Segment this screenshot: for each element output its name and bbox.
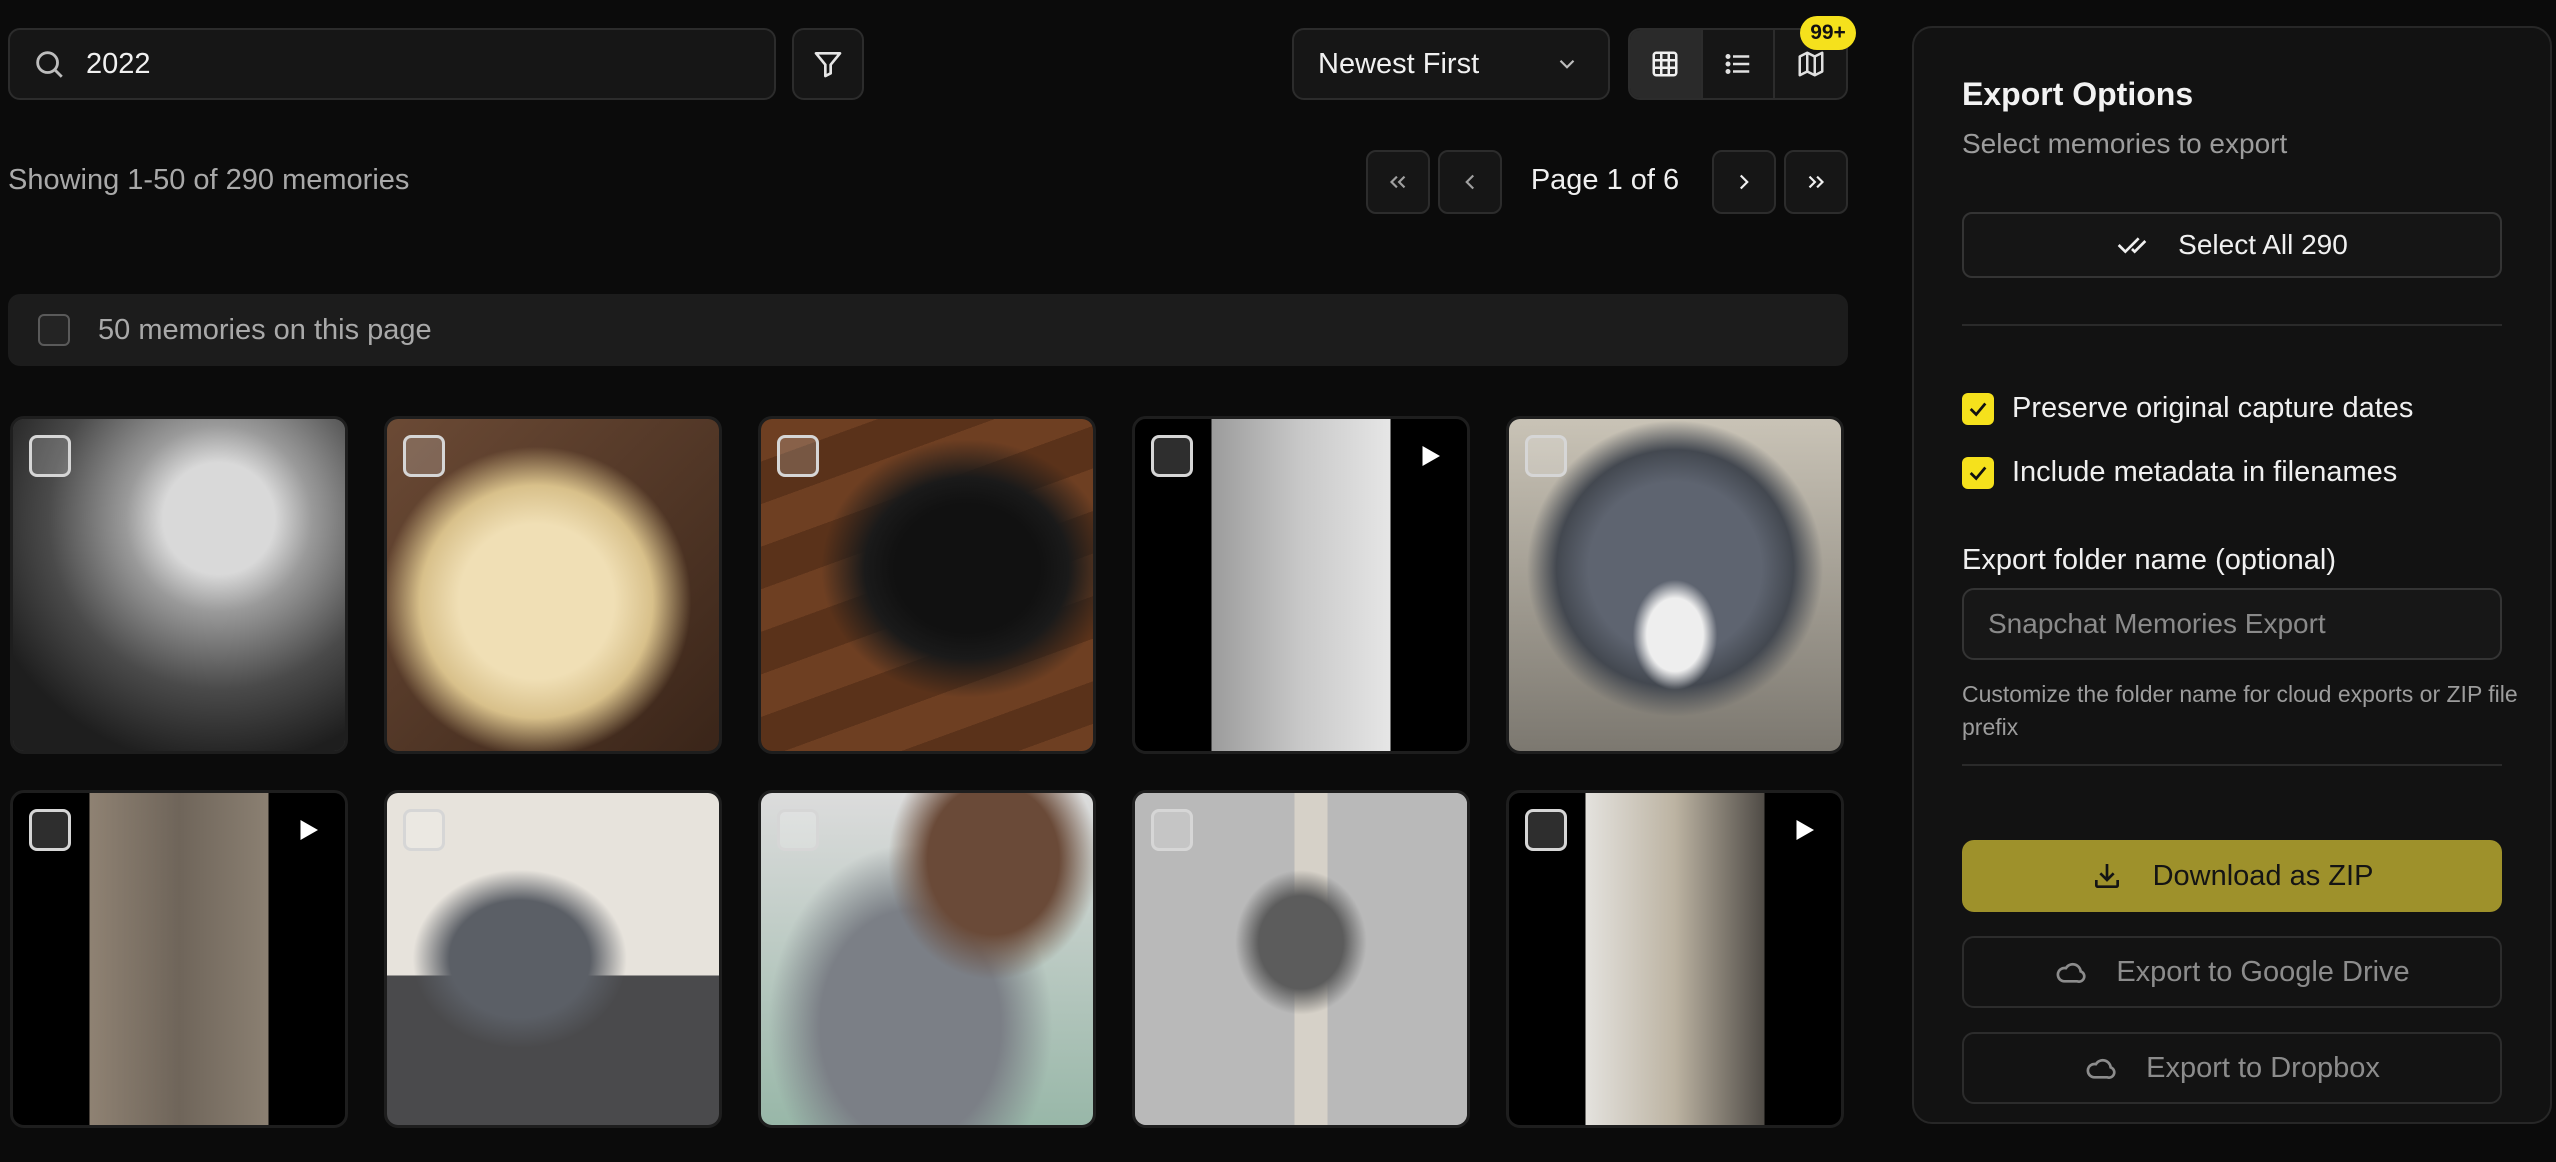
cloud-icon	[2086, 1058, 2116, 1079]
check-icon	[1969, 402, 1987, 417]
tile-checkbox[interactable]	[777, 435, 819, 477]
tile-checkbox[interactable]	[1525, 809, 1567, 851]
double-check-icon	[2117, 237, 2147, 254]
last-page-button[interactable]	[1784, 150, 1848, 214]
chevron-down-icon	[1559, 59, 1575, 69]
search-box[interactable]	[8, 28, 776, 100]
download-zip-button[interactable]: Download as ZIP	[1962, 840, 2502, 912]
tile-checkbox[interactable]	[1525, 435, 1567, 477]
next-page-button[interactable]	[1712, 150, 1776, 214]
select-page-checkbox[interactable]	[38, 314, 70, 346]
memory-tile[interactable]	[758, 416, 1096, 754]
first-page-button[interactable]	[1366, 150, 1430, 214]
memories-browser: Newest First 99+ Showing 1-50 of 290 mem…	[0, 0, 1860, 1162]
select-page-bar[interactable]: 50 memories on this page	[8, 294, 1848, 366]
filter-icon	[814, 52, 842, 78]
prev-page-button[interactable]	[1438, 150, 1502, 214]
memory-tile[interactable]	[1132, 790, 1470, 1128]
memory-tile[interactable]	[758, 790, 1096, 1128]
folder-name-hint: Customize the folder name for cloud expo…	[1962, 681, 2518, 740]
select-all-label: Select All 290	[2178, 229, 2348, 260]
chevrons-right-icon	[1808, 175, 1825, 189]
memory-tile[interactable]	[1506, 416, 1844, 754]
tile-checkbox[interactable]	[29, 809, 71, 851]
preserve-dates-label: Preserve original capture dates	[2012, 392, 2414, 424]
play-icon	[300, 820, 318, 840]
select-all-button[interactable]: Select All 290	[1962, 212, 2502, 278]
grid-view-button[interactable]	[1630, 30, 1701, 98]
tile-checkbox[interactable]	[403, 435, 445, 477]
metadata-filenames-label: Include metadata in filenames	[2012, 456, 2398, 488]
divider	[1962, 324, 2502, 326]
panel-subtitle: Select memories to export	[1962, 128, 2288, 159]
select-page-label: 50 memories on this page	[98, 313, 432, 346]
sort-dropdown[interactable]: Newest First	[1292, 28, 1610, 100]
folder-name-label: Export folder name (optional)	[1962, 544, 2336, 576]
tile-checkbox[interactable]	[777, 809, 819, 851]
dropbox-button[interactable]: Export to Dropbox	[1962, 1032, 2502, 1104]
chevron-right-icon	[1739, 174, 1749, 190]
memory-tile[interactable]	[1506, 790, 1844, 1128]
list-icon	[1725, 54, 1750, 74]
sort-label: Newest First	[1318, 47, 1480, 80]
preserve-dates-option[interactable]: Preserve original capture dates	[1962, 392, 2413, 425]
divider	[1962, 764, 2502, 766]
memory-tile[interactable]	[10, 790, 348, 1128]
folder-name-input[interactable]: Snapchat Memories Export	[1962, 588, 2502, 660]
download-zip-label: Download as ZIP	[2152, 859, 2374, 892]
map-icon	[1798, 51, 1824, 77]
grid-icon	[1652, 51, 1678, 77]
memory-tile[interactable]	[1132, 416, 1470, 754]
dropbox-label: Export to Dropbox	[2146, 1051, 2380, 1084]
tile-checkbox[interactable]	[1151, 435, 1193, 477]
memory-tile[interactable]	[10, 416, 348, 754]
export-options-panel: Export Options Select memories to export…	[1912, 26, 2552, 1124]
metadata-filenames-checkbox[interactable]	[1962, 456, 1994, 489]
preserve-dates-checkbox[interactable]	[1962, 392, 1994, 425]
download-icon	[2094, 864, 2119, 888]
chevrons-left-icon	[1389, 175, 1406, 189]
tile-checkbox[interactable]	[403, 809, 445, 851]
memory-tile[interactable]	[384, 416, 722, 754]
tile-checkbox[interactable]	[29, 435, 71, 477]
page-indicator: Page 1 of 6	[1530, 164, 1680, 196]
google-drive-label: Export to Google Drive	[2116, 955, 2410, 988]
play-icon	[1796, 820, 1814, 840]
memory-tile[interactable]	[384, 790, 722, 1128]
check-icon	[1969, 466, 1987, 481]
notification-badge: 99+	[1800, 16, 1856, 50]
search-input[interactable]	[86, 47, 686, 81]
metadata-filenames-option[interactable]: Include metadata in filenames	[1962, 456, 2397, 489]
results-count: Showing 1-50 of 290 memories	[8, 164, 410, 196]
search-icon	[36, 51, 63, 78]
panel-title: Export Options	[1962, 76, 2194, 112]
list-view-button[interactable]	[1700, 30, 1774, 98]
filter-button[interactable]	[792, 28, 864, 100]
cloud-icon	[2056, 962, 2086, 983]
google-drive-button[interactable]: Export to Google Drive	[1962, 936, 2502, 1008]
folder-name-placeholder: Snapchat Memories Export	[1988, 608, 2326, 639]
chevron-left-icon	[1465, 174, 1475, 190]
play-icon	[1422, 446, 1440, 466]
tile-checkbox[interactable]	[1151, 809, 1193, 851]
